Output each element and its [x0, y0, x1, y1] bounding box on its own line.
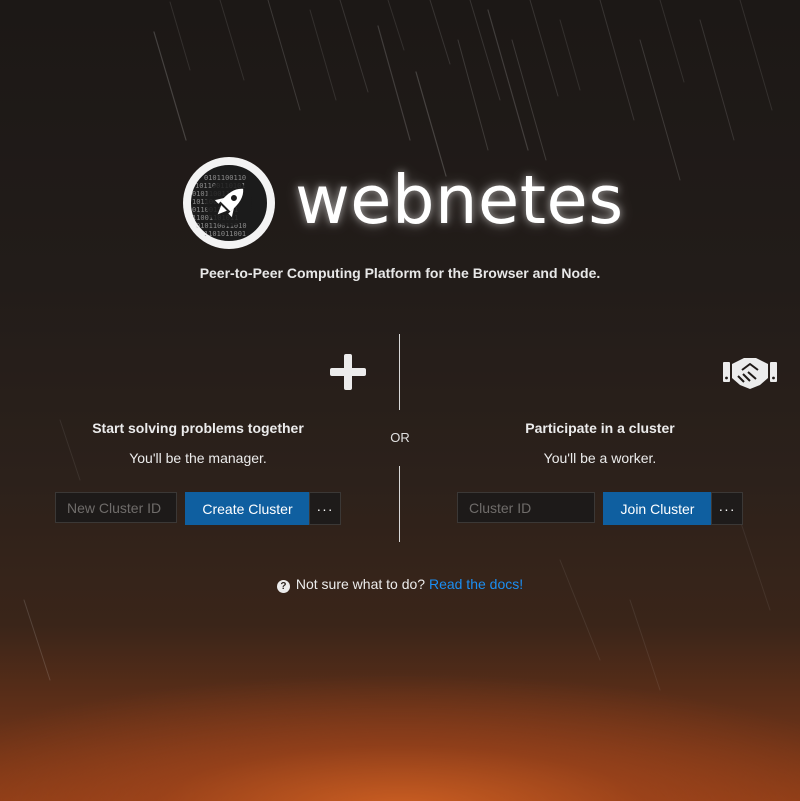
- brand-wordmark: webnetes: [295, 161, 624, 239]
- plus-icon: [330, 354, 366, 390]
- worker-subtitle: You'll be a worker.: [543, 450, 657, 466]
- tagline: Peer-to-Peer Computing Platform for the …: [199, 265, 601, 281]
- new-cluster-id-input[interactable]: [55, 492, 177, 523]
- question-circle-icon: ?: [276, 580, 290, 593]
- create-cluster-more-button[interactable]: ···: [309, 492, 341, 525]
- divider-line-bottom: [399, 466, 400, 542]
- join-cluster-form: Join Cluster ···: [457, 492, 743, 525]
- read-the-docs-link[interactable]: Read the docs!: [429, 576, 523, 592]
- star-streaks-background: [23, 0, 773, 691]
- worker-title: Participate in a cluster: [525, 420, 675, 436]
- join-cluster-button[interactable]: Join Cluster: [603, 492, 712, 525]
- help-line: ? Not sure what to do? Read the docs!: [0, 576, 800, 593]
- handshake-icon: [723, 358, 777, 389]
- divider-or-label: OR: [390, 430, 410, 445]
- help-text: Not sure what to do?: [295, 576, 429, 592]
- join-cluster-more-button[interactable]: ···: [711, 492, 743, 525]
- manager-title: Start solving problems together: [92, 420, 304, 436]
- create-cluster-button[interactable]: Create Cluster: [185, 492, 310, 525]
- cluster-id-input[interactable]: [457, 492, 595, 523]
- webnetes-logo: 0101100110 101100110101 01011001101 1011…: [183, 157, 275, 249]
- manager-subtitle: You'll be the manager.: [129, 450, 267, 466]
- create-cluster-form: Create Cluster ···: [55, 492, 341, 525]
- divider-line-top: [399, 334, 400, 410]
